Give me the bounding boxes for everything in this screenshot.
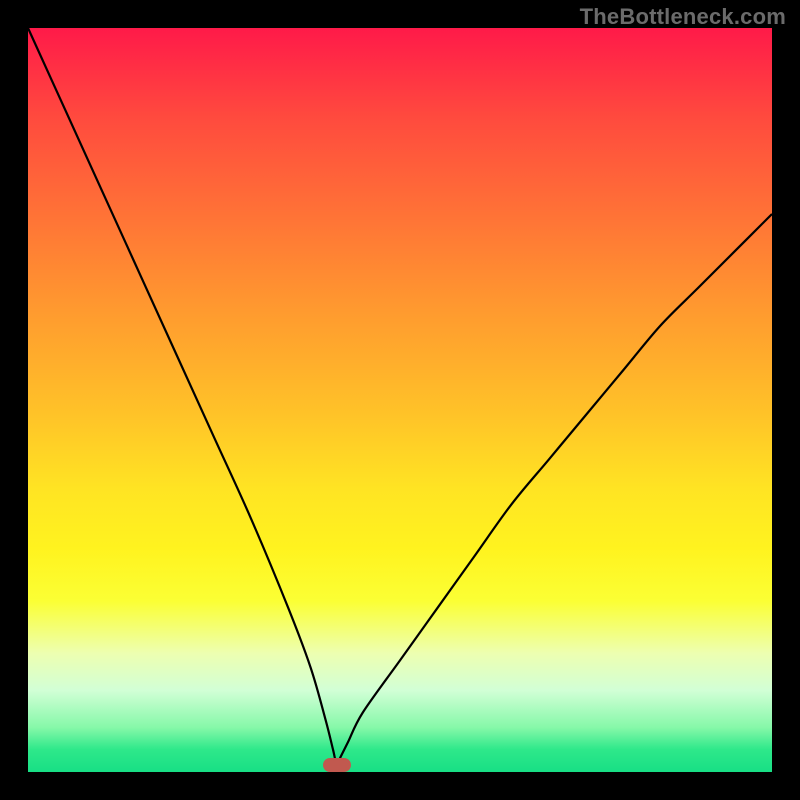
optimal-point-marker [323, 758, 351, 772]
bottleneck-curve [28, 28, 772, 772]
bottleneck-curve-path [28, 28, 772, 765]
plot-outer-border [28, 28, 772, 772]
chart-frame: TheBottleneck.com [0, 0, 800, 800]
watermark-label: TheBottleneck.com [580, 4, 786, 30]
